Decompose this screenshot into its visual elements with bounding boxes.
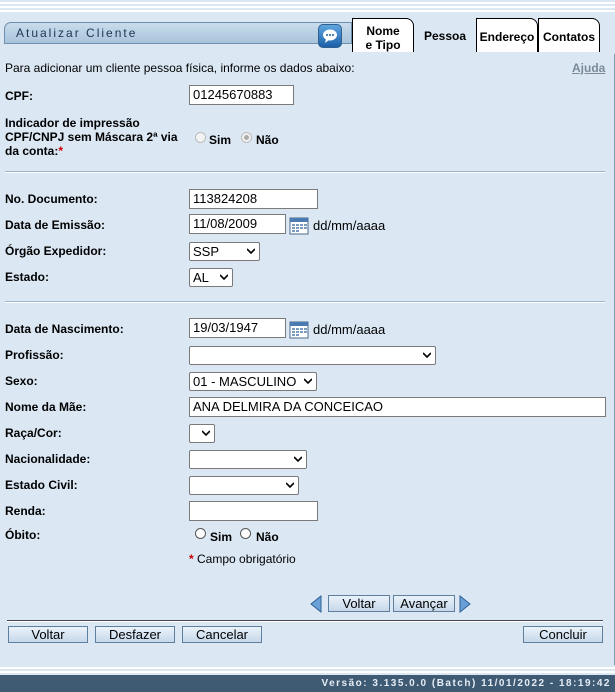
obito-nao-radio[interactable] [240, 528, 251, 539]
nacionalidade-label: Nacionalidade: [5, 452, 91, 466]
profissao-select[interactable] [189, 346, 436, 365]
indicador-sim-radio[interactable] [195, 132, 206, 143]
emissao-input[interactable]: 11/08/2009 [189, 214, 286, 234]
indicador-label-text: da conta: [5, 144, 59, 158]
indicador-sim-label: Sim [209, 133, 232, 147]
chevron-down-icon [220, 274, 228, 281]
renda-label: Renda: [5, 504, 46, 518]
nascimento-input[interactable]: 19/03/1947 [189, 318, 286, 338]
voltar-button[interactable]: Voltar [8, 626, 88, 643]
documento-label: No. Documento: [5, 192, 98, 206]
required-mark: * [58, 144, 64, 158]
indicador-nao-radio[interactable] [241, 132, 252, 143]
estado-select-value: AL [193, 270, 209, 285]
sexo-select[interactable]: 01 - MASCULINO [189, 372, 317, 391]
tab-nome-line2: e Tipo [365, 38, 401, 52]
chevron-down-icon [202, 430, 210, 437]
orgao-select-value: SSP [193, 244, 220, 259]
obito-nao-label: Não [256, 530, 279, 544]
chevron-down-icon [294, 456, 302, 463]
desfazer-button[interactable]: Desfazer [95, 626, 175, 643]
emissao-format-hint: dd/mm/aaaa [313, 218, 386, 233]
arrow-left-icon[interactable] [310, 594, 322, 614]
indicador-label-line2: CPF/CNPJ sem Máscara 2ª via [5, 130, 178, 144]
section-divider [5, 171, 605, 173]
renda-input[interactable] [189, 501, 318, 521]
obito-sim-label: Sim [210, 530, 233, 544]
cpf-label: CPF: [5, 89, 33, 103]
required-note: * Campo obrigatório [189, 552, 296, 566]
nav-voltar-button[interactable]: Voltar [328, 595, 390, 612]
page-title: Atualizar Cliente [16, 26, 138, 40]
chevron-down-icon [304, 378, 312, 385]
top-stripe [0, 0, 615, 14]
estado-select[interactable]: AL [189, 268, 233, 287]
version-text: Versão: 3.135.0.0 (Batch) 11/01/2022 - 1… [321, 678, 611, 689]
tab-contatos-label: Contatos [543, 30, 595, 44]
obito-sim-radio[interactable] [195, 528, 206, 539]
raca-select[interactable] [189, 424, 215, 443]
calendar-icon[interactable] [289, 216, 309, 235]
intro-text: Para adicionar um cliente pessoa física,… [5, 61, 355, 75]
bottom-stripe [0, 665, 615, 675]
orgao-label: Órgão Expedidor: [5, 244, 107, 258]
indicador-nao-label: Não [256, 133, 279, 147]
documento-input[interactable]: 113824208 [189, 189, 318, 209]
orgao-select[interactable]: SSP [189, 242, 260, 261]
nav-avancar-button[interactable]: Avançar [393, 595, 455, 612]
nascimento-format-hint: dd/mm/aaaa [313, 322, 386, 337]
estado-label: Estado: [5, 270, 50, 284]
tab-nome-e-tipo[interactable]: Nome e Tipo [352, 18, 414, 52]
page-title-bar: Atualizar Cliente [4, 22, 352, 44]
profissao-label: Profissão: [5, 348, 64, 362]
chevron-down-icon [286, 482, 294, 489]
mae-label: Nome da Mãe: [5, 400, 87, 414]
tab-pessoa-label: Pessoa [423, 29, 467, 43]
actions-divider [7, 620, 603, 622]
chevron-down-icon [247, 248, 255, 255]
help-link[interactable]: Ajuda [572, 61, 605, 75]
tab-nome-line1: Nome [366, 24, 400, 38]
estado-civil-label: Estado Civil: [5, 478, 78, 492]
arrow-right-icon[interactable] [459, 594, 471, 614]
sexo-label: Sexo: [5, 374, 38, 388]
tab-contatos[interactable]: Contatos [538, 18, 600, 52]
chat-icon[interactable] [318, 24, 342, 48]
cpf-input[interactable]: 01245670883 [189, 85, 294, 105]
concluir-button[interactable]: Concluir [523, 626, 603, 643]
section-divider [5, 301, 605, 303]
estado-civil-select[interactable] [189, 476, 299, 495]
nascimento-label: Data de Nascimento: [5, 322, 124, 336]
tab-endereco[interactable]: Endereço [476, 18, 538, 52]
nacionalidade-select[interactable] [189, 450, 307, 469]
raca-label: Raça/Cor: [5, 426, 62, 440]
tab-pessoa[interactable]: Pessoa [414, 18, 476, 52]
mae-input[interactable]: ANA DELMIRA DA CONCEICAO [189, 397, 606, 417]
footer-bar: Versão: 3.135.0.0 (Batch) 11/01/2022 - 1… [0, 675, 615, 692]
required-note-text: Campo obrigatório [193, 552, 296, 566]
obito-label: Óbito: [5, 528, 41, 542]
emissao-label: Data de Emissão: [5, 218, 106, 232]
cancelar-button[interactable]: Cancelar [182, 626, 262, 643]
chevron-down-icon [423, 352, 431, 359]
calendar-icon[interactable] [289, 320, 309, 339]
indicador-label-line3: da conta:* [5, 144, 63, 158]
tab-endereco-label: Endereço [479, 30, 535, 44]
indicador-label-line1: Indicador de impressão [5, 116, 140, 130]
sexo-select-value: 01 - MASCULINO [193, 374, 297, 389]
